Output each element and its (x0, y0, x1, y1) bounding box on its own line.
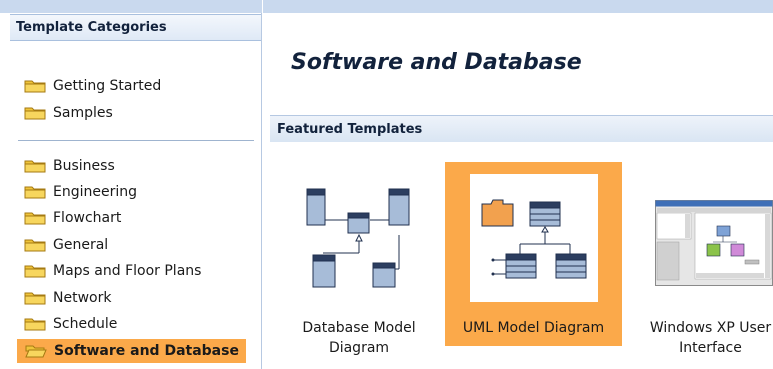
template-label: Database Model Diagram (290, 318, 428, 358)
featured-templates-header: Featured Templates (270, 115, 773, 142)
folder-icon (24, 292, 46, 305)
category-label: Network (53, 290, 112, 306)
folder-icon (24, 265, 46, 278)
database-diagram-icon (306, 188, 410, 288)
template-label-line: Database Model (302, 320, 416, 336)
uml-diagram-icon (481, 199, 587, 279)
folder-icon (24, 80, 46, 93)
category-label: Getting Started (53, 78, 162, 94)
template-label-line: Interface (679, 340, 742, 356)
category-label: Engineering (53, 184, 137, 200)
template-categories-panel: Template Categories Getting Started Samp… (0, 0, 262, 369)
category-label: Schedule (53, 316, 118, 332)
template-label: UML Model Diagram (445, 318, 622, 338)
category-software-and-database[interactable]: Software and Database (17, 339, 246, 363)
template-database-model-diagram[interactable]: Database Model Diagram (290, 170, 428, 360)
category-maps-and-floor-plans[interactable]: Maps and Floor Plans (16, 259, 201, 283)
category-samples[interactable]: Samples (16, 101, 113, 125)
folder-icon (24, 212, 46, 225)
folder-icon (24, 107, 46, 120)
category-engineering[interactable]: Engineering (16, 180, 137, 204)
category-label: General (53, 237, 109, 253)
template-label-line: Diagram (328, 340, 390, 356)
category-separator (18, 140, 254, 141)
template-thumbnail (470, 174, 598, 302)
category-general[interactable]: General (16, 233, 108, 257)
windows-xp-ui-icon (655, 200, 773, 286)
category-schedule[interactable]: Schedule (16, 312, 117, 336)
folder-icon (24, 186, 46, 199)
categories-header: Template Categories (10, 14, 261, 41)
category-label: Business (53, 158, 115, 174)
folder-icon (24, 160, 46, 173)
category-label: Software and Database (54, 343, 239, 359)
category-label: Flowchart (53, 210, 122, 226)
template-label-line: Windows XP User (649, 320, 772, 336)
folder-icon (24, 239, 46, 252)
category-network[interactable]: Network (16, 286, 111, 310)
category-label: Maps and Floor Plans (53, 263, 202, 279)
content-top-strip (263, 0, 773, 13)
category-flowchart[interactable]: Flowchart (16, 206, 121, 230)
category-label: Samples (53, 105, 113, 121)
template-label: Windows XP User Interface (640, 318, 773, 358)
folder-icon (24, 318, 46, 331)
template-uml-model-diagram[interactable]: UML Model Diagram (445, 162, 622, 346)
page-title: Software and Database (291, 50, 582, 75)
template-windows-xp-user-interface[interactable]: Windows XP User Interface (640, 170, 773, 360)
open-folder-icon (25, 345, 47, 358)
panel-top-strip (0, 0, 262, 13)
category-getting-started[interactable]: Getting Started (16, 74, 161, 98)
category-business[interactable]: Business (16, 154, 115, 178)
template-label-line: UML Model Diagram (462, 320, 605, 336)
